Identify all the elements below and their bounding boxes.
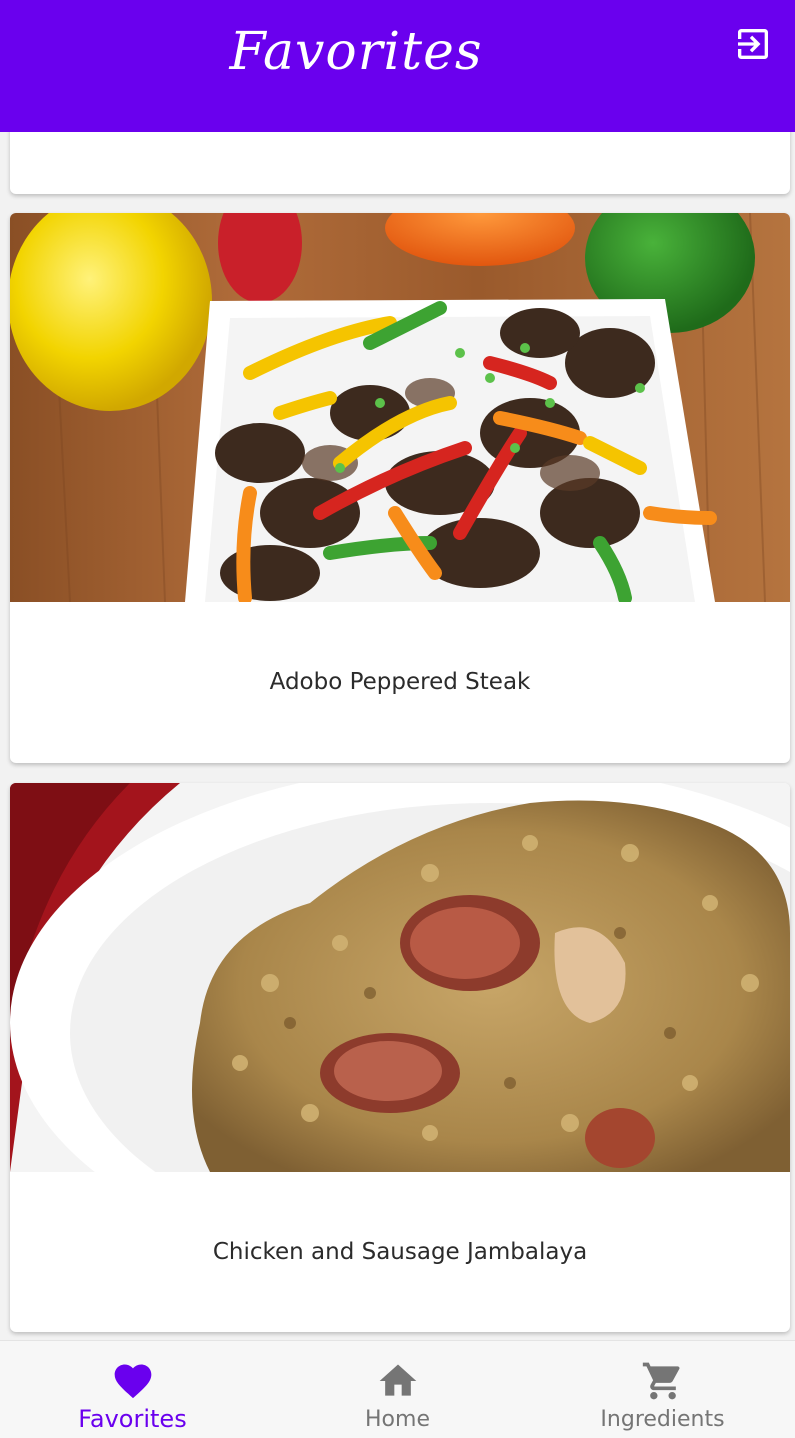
favorites-list[interactable]: Adobo Peppered Steak Chicken and Sausage… [0,132,795,1340]
nav-label-home: Home [365,1407,430,1432]
nav-item-ingredients[interactable]: Ingredients [530,1341,795,1438]
nav-item-home[interactable]: Home [265,1341,530,1438]
page-title: Favorites [229,22,483,82]
app-bar: Favorites [0,0,795,132]
cart-icon [642,1362,680,1400]
exit-to-app-icon [738,29,768,59]
recipe-card[interactable]: Adobo Peppered Steak [10,213,790,763]
recipe-image-jambalaya [10,783,790,1172]
recipe-card[interactable]: Chicken and Sausage Jambalaya [10,783,790,1332]
recipe-image-pepper-steak [10,213,790,602]
recipe-title: Adobo Peppered Steak [269,669,531,695]
recipe-title: Chicken and Sausage Jambalaya [212,1239,588,1265]
home-icon [379,1364,416,1396]
favorites-screen: Favorites Adobo Peppered Steak Chicken a… [0,0,795,1438]
heart-icon [114,1364,151,1399]
bottom-navigation: Favorites Home Ingredients [0,1340,795,1438]
nav-label-ingredients: Ingredients [600,1407,725,1432]
recipe-card-partial[interactable] [10,132,790,194]
nav-item-favorites[interactable]: Favorites [0,1341,265,1438]
nav-label-favorites: Favorites [78,1405,187,1433]
logout-button[interactable] [733,24,773,64]
